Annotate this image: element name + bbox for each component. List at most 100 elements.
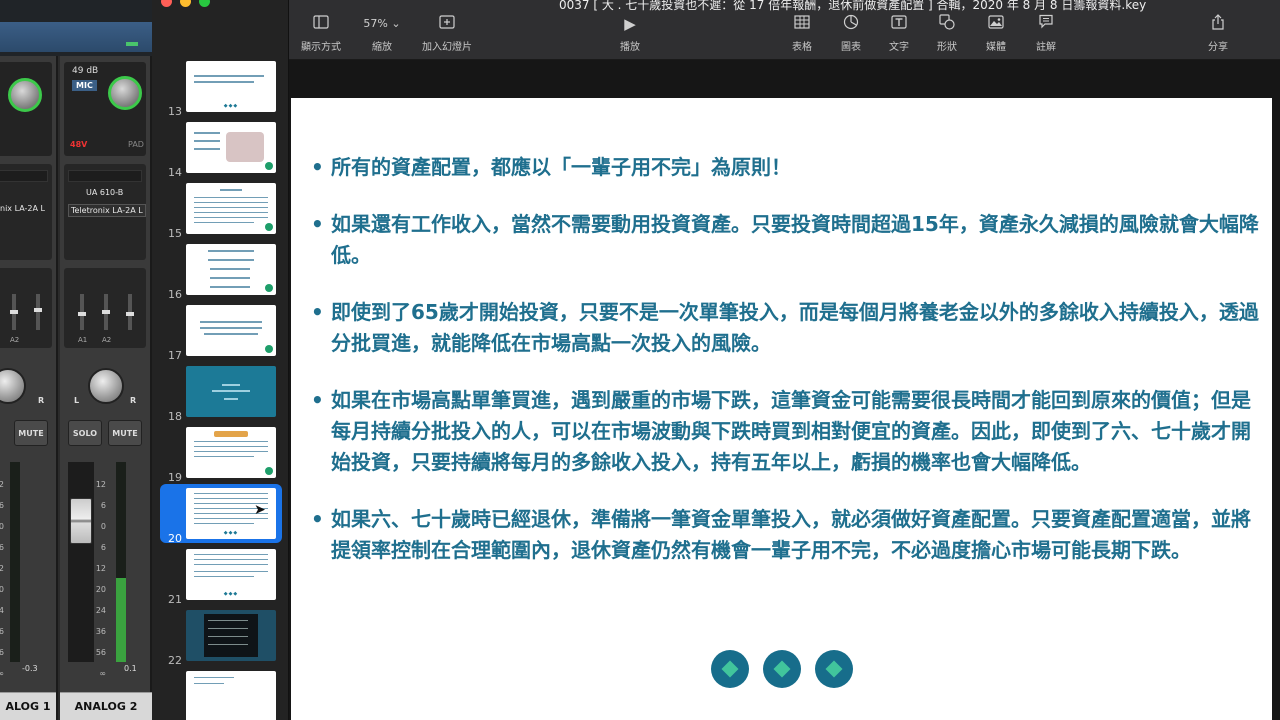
minimize-window-icon[interactable] [180,0,191,7]
mute-button[interactable]: MUTE [108,420,142,446]
comment-icon [1016,14,1076,34]
level-meter-fill [116,578,126,662]
slide-canvas: 所有的資產配置，都應以「一輩子用不完」為原則！ 如果還有工作收入，當然不需要動用… [289,60,1280,720]
channel-strip-analog-2: 49 dB MIC 48V PAD UA 610-B Teletronix LA… [60,56,152,720]
thumbnail-badge [265,345,273,353]
bullet-item[interactable]: 即使到了65歲才開始投資，只要不是一次單筆投入，而是每個月將養老金以外的多餘收入… [311,297,1261,359]
slide-number: 13 [168,105,182,118]
sidebar-icon [291,14,351,34]
slide-number: 16 [168,288,182,301]
insert-plugin-name[interactable]: nix LA-2A L [0,204,45,213]
comment-button[interactable]: 註解 [1016,14,1076,53]
mixer-header-bar [0,22,152,52]
slide-thumbnail[interactable] [186,305,276,356]
keynote-window: nix LA-2A L A2 R MUTE 126061220243656∞ -… [0,0,1280,720]
bullet-item[interactable]: 如果還有工作收入，當然不需要動用投資資產。只要投資時間超過15年，資產永久減損的… [311,209,1261,271]
slide-number: 17 [168,349,182,362]
slide-number: 15 [168,227,182,240]
pan-knob[interactable] [0,368,26,404]
slide-thumbnail-row[interactable]: 16 [152,244,288,305]
slide-navigator: ◆◆◆ 13 14 15 16 17 18 19 ◆◆◆ ➤ 20 ◆◆◆ 21… [152,0,289,720]
insert-slot[interactable] [68,170,142,182]
slide-thumbnail-row[interactable]: 14 [152,122,288,183]
pan-r-label: R [38,396,45,405]
aux-a2-label: A2 [102,336,112,344]
fader-readout: -0.3 [22,664,38,673]
thumbnail-badge [265,284,273,292]
slide-thumbnail-row[interactable]: 23 [152,671,288,720]
pan-l-label: L [74,396,80,405]
insert-slot[interactable] [0,170,48,182]
bullet-item[interactable]: 如果六、七十歲時已經退休，準備將一筆資金單筆投入，就必須做好資產配置。只要資產配… [311,504,1261,566]
aux-send-cap [34,308,42,312]
window-title: 0037 [ 大 . 七十歲投資也不遲：從 17 倍年報酬，退休前做資產配置 ]… [559,0,1147,12]
channel-name[interactable]: ALOG 1 [0,692,56,720]
share-button[interactable]: 分享 [1188,14,1248,53]
slide-thumbnail[interactable] [186,671,276,720]
slide-thumbnail[interactable] [186,427,276,478]
thumbnail-image [226,132,264,162]
mixer-status-led [126,42,138,46]
thumbnail-dots: ◆◆◆ [223,591,239,597]
insert-section: nix LA-2A L [0,164,52,260]
gain-knob[interactable] [108,76,142,110]
insert-plugin-name[interactable]: Teletronix LA-2A L [68,204,146,217]
pad-button[interactable]: PAD [128,140,144,149]
aux-send-cap [126,312,134,316]
insert-ua-name[interactable]: UA 610-B [86,188,123,197]
aux-send-cap [78,312,86,316]
slide-thumbnail-row[interactable]: 22 [152,610,288,671]
level-meter [116,462,126,662]
solo-button[interactable]: SOLO [68,420,102,446]
add-slide-button[interactable]: 加入幻燈片 [417,14,477,53]
slide-thumbnail-row[interactable]: 17 [152,305,288,366]
mute-button[interactable]: MUTE [14,420,48,446]
slide-number: 14 [168,166,182,179]
diamond-dot-icon[interactable] [815,650,853,688]
thumbnail-badge [265,223,273,231]
slide-number: 21 [168,593,182,606]
bullet-item[interactable]: 所有的資產配置，都應以「一輩子用不完」為原則！ [311,152,1261,183]
pan-knob[interactable] [88,368,124,404]
play-icon: ▶ [624,15,636,33]
audio-mixer-panel: nix LA-2A L A2 R MUTE 126061220243656∞ -… [0,0,152,720]
diamond-dot-icon[interactable] [711,650,749,688]
diamond-dot-icon[interactable] [763,650,801,688]
aux-sends: A2 [0,268,52,348]
slide-thumbnail-row[interactable]: 19 [152,427,288,488]
bullet-list[interactable]: 所有的資產配置，都應以「一輩子用不完」為原則！ 如果還有工作收入，當然不需要動用… [311,152,1261,592]
slide-20[interactable]: 所有的資產配置，都應以「一輩子用不完」為原則！ 如果還有工作收入，當然不需要動用… [291,98,1272,720]
slide-thumbnail-row[interactable]: ◆◆◆ 13 [152,61,288,122]
close-window-icon[interactable] [161,0,172,7]
add-slide-icon [417,14,477,34]
slide-thumbnail-row[interactable]: ◆◆◆ 21 [152,549,288,610]
slide-thumbnail[interactable] [186,366,276,417]
thumbnail-badge [265,467,273,475]
thumbnail-dots: ◆◆◆ [223,103,239,109]
gain-knob[interactable] [8,78,42,112]
zoom-menu[interactable]: 57% ⌄ 縮放 [352,14,412,53]
preamp-section [0,62,52,156]
slide-thumbnail[interactable]: ◆◆◆ [186,549,276,600]
aux-send-fader[interactable] [36,294,40,330]
zoom-window-icon[interactable] [199,0,210,7]
slide-thumbnail[interactable] [186,244,276,295]
play-button[interactable]: ▶ 播放 [600,14,660,53]
slide-number: 18 [168,410,182,423]
slide-thumbnail[interactable] [186,183,276,234]
slide-thumbnail[interactable] [186,122,276,173]
bullet-item[interactable]: 如果在市場高點單筆買進，遇到嚴重的市場下跌，這筆資金可能需要很長時間才能回到原來… [311,385,1261,478]
slide-thumbnail-row[interactable]: 18 [152,366,288,427]
fader-readout: 0.1 [124,664,137,673]
slide-thumbnail-row-selected[interactable]: ◆◆◆ ➤ 20 [152,484,288,549]
aux-send-cap [10,310,18,314]
slide-thumbnail-row[interactable]: 15 [152,183,288,244]
channel-name[interactable]: ANALOG 2 [60,692,152,720]
slide-thumbnail[interactable]: ◆◆◆ [186,61,276,112]
phantom-power-button[interactable]: 48V [70,140,87,149]
thumbnail-badge [265,162,273,170]
view-button[interactable]: 顯示方式 [291,14,351,53]
slide-thumbnail[interactable] [186,610,276,661]
mic-badge[interactable]: MIC [72,80,97,91]
chevron-down-icon: ⌄ [391,17,401,30]
